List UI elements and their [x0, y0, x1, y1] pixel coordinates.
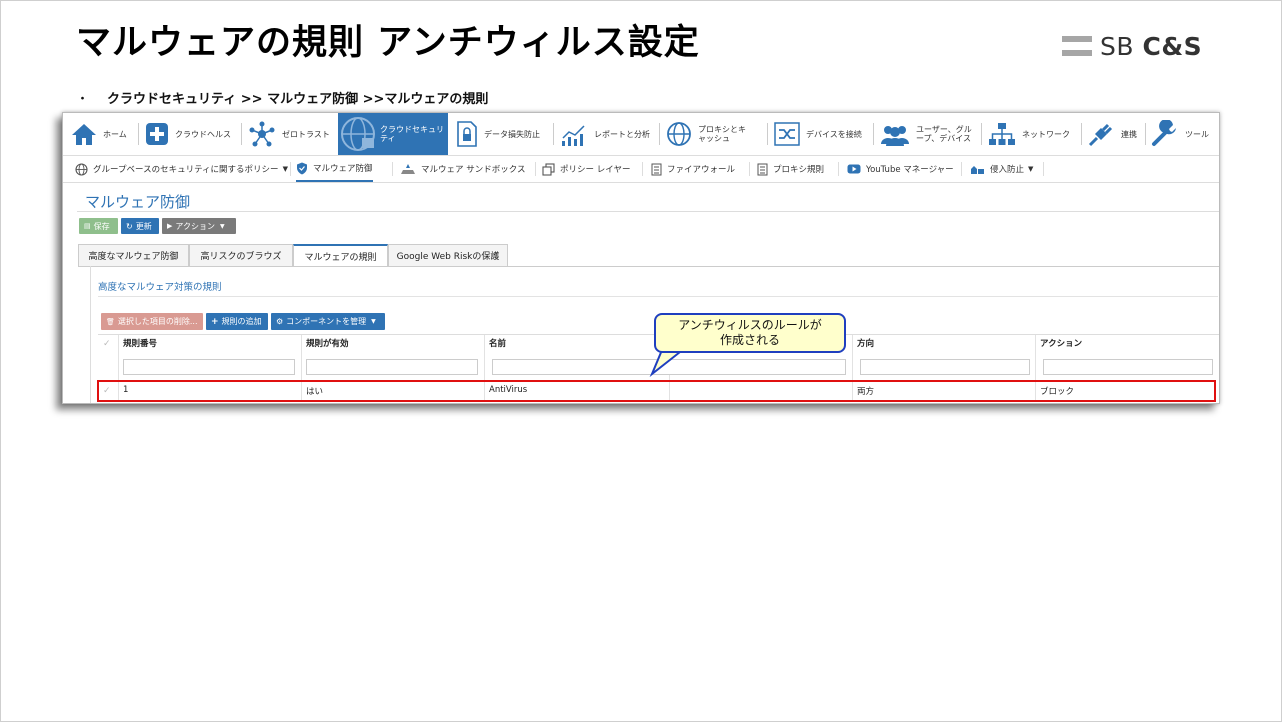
page-title: マルウェア防御 — [85, 193, 191, 211]
save-icon: ▤ — [84, 222, 91, 230]
nav-item-zero-trust[interactable]: ゼロトラスト — [248, 113, 330, 155]
subnav-youtube-manager[interactable]: YouTube マネージャー — [847, 156, 954, 182]
tab-google-web-risk[interactable]: Google Web Riskの保護 — [388, 244, 508, 266]
nav-item-cloud-health[interactable]: クラウドヘルス — [145, 113, 231, 155]
list-icon — [757, 163, 768, 175]
sbcs-logo: SB C&S — [1062, 31, 1203, 61]
filter-rule-number[interactable] — [123, 359, 295, 375]
wrench-icon — [1152, 120, 1176, 146]
filter-direction[interactable] — [860, 359, 1030, 375]
slide-title: マルウェアの規則 アンチウィルス設定 — [76, 23, 700, 63]
globe-icon — [667, 122, 691, 146]
tab-advanced-malware[interactable]: 高度なマルウェア防御 — [78, 244, 189, 266]
users-icon — [881, 126, 909, 146]
nav-item-proxy-cache[interactable]: プロキシとキャッシュ — [666, 113, 748, 155]
network-nodes-icon — [249, 121, 275, 147]
subnav-intrusion-prevention[interactable]: 侵入防止 ▼ — [970, 156, 1033, 182]
plus-icon: + — [211, 316, 219, 327]
column-header-action[interactable]: アクション — [1040, 337, 1082, 349]
subnav-proxy-rules[interactable]: プロキシ規則 — [757, 156, 824, 182]
refresh-button[interactable]: ↻ 更新 — [121, 218, 159, 234]
home-icon — [72, 124, 96, 145]
play-icon: ▶ — [167, 222, 173, 230]
logo-bars-icon — [1062, 36, 1092, 56]
nav-item-reports[interactable]: レポートと分析 — [560, 113, 650, 155]
delete-selected-button[interactable]: 🗑 選択した項目の削除... — [101, 313, 203, 330]
subnav-firewall[interactable]: ファイアウォール — [651, 156, 735, 182]
save-button[interactable]: ▤ 保存 — [79, 218, 118, 234]
intrusion-icon — [971, 165, 984, 174]
subnav-policy-layer[interactable]: ポリシー レイヤー — [542, 156, 630, 182]
manage-components-button[interactable]: ⚙ コンポーネントを管理 ▼ — [271, 313, 385, 330]
nav-item-network[interactable]: ネットワーク — [988, 113, 1070, 155]
column-header-direction[interactable]: 方向 — [857, 337, 874, 349]
divider — [98, 296, 1218, 297]
select-all-checkbox[interactable]: ✓ — [103, 339, 111, 349]
gear-icon: ⚙ — [276, 317, 284, 326]
column-header-name[interactable]: 名前 — [489, 337, 506, 349]
nav-item-dlp[interactable]: データ損失防止 — [456, 113, 540, 155]
top-navigation: ホーム クラウドヘルス ゼロトラスト クラウドセキュリティ データ損失防止 レポ… — [63, 113, 1219, 156]
logo-sb: SB — [1100, 31, 1135, 61]
filter-action[interactable] — [1043, 359, 1213, 375]
nav-item-users-groups[interactable]: ユーザー、グループ、デバイス — [880, 113, 972, 155]
network-tree-icon — [989, 123, 1015, 145]
chevron-down-icon: ▼ — [1028, 165, 1034, 173]
subnav-group-policy[interactable]: グループベースのセキュリティに関するポリシー ▼ — [75, 156, 288, 182]
tab-malware-rules[interactable]: マルウェアの規則 — [293, 244, 388, 267]
logo-cs: C&S — [1142, 31, 1203, 61]
lock-document-icon — [457, 121, 477, 147]
globe-icon — [75, 162, 88, 176]
breadcrumb-text: クラウドセキュリティ >> マルウェア防御 >>マルウェアの規則 — [107, 92, 489, 107]
nav-item-cloud-security[interactable]: クラウドセキュリティ — [338, 113, 448, 155]
nav-item-integration[interactable]: 連携 — [1087, 113, 1137, 155]
callout-pointer — [649, 350, 681, 378]
column-header-enabled[interactable]: 規則が有効 — [306, 337, 349, 349]
shield-icon — [297, 162, 307, 174]
callout-line-1: アンチウィルスのルールが — [678, 318, 822, 332]
layers-icon — [542, 162, 555, 176]
subnav-malware-defense[interactable]: マルウェア防御 — [296, 156, 373, 182]
filter-enabled[interactable] — [306, 359, 478, 375]
plus-icon — [146, 123, 168, 145]
annotation-callout: アンチウィルスのルールが 作成される — [654, 313, 846, 353]
tab-high-risk-browsing[interactable]: 高リスクのブラウズ — [189, 244, 293, 266]
chevron-down-icon: ▼ — [282, 165, 288, 173]
nav-item-tools[interactable]: ツール — [1151, 113, 1209, 155]
row-highlight-box — [97, 380, 1216, 402]
sub-navigation: グループベースのセキュリティに関するポリシー ▼ マルウェア防御 マルウェア サ… — [63, 156, 1219, 183]
sandbox-icon — [401, 163, 415, 174]
divider — [77, 211, 1219, 212]
list-icon — [651, 163, 662, 175]
breadcrumb-bullet: ・ — [76, 92, 90, 107]
action-dropdown-button[interactable]: ▶ アクション ▼ — [162, 218, 236, 234]
globe-lock-icon — [341, 117, 375, 151]
subnav-malware-sandbox[interactable]: マルウェア サンドボックス — [400, 156, 525, 182]
chevron-down-icon: ▼ — [371, 318, 376, 325]
panel-title: 高度なマルウェア対策の規則 — [98, 282, 222, 293]
youtube-icon — [847, 164, 861, 174]
breadcrumb: ・ クラウドセキュリティ >> マルウェア防御 >>マルウェアの規則 — [76, 88, 488, 107]
refresh-icon: ↻ — [126, 221, 133, 231]
column-header-rule-number[interactable]: 規則番号 — [123, 337, 157, 349]
shuffle-icon — [774, 122, 800, 146]
trash-icon: 🗑 — [106, 317, 115, 326]
nav-item-connect-devices[interactable]: デバイスを接続 — [774, 113, 862, 155]
plug-icon — [1088, 123, 1113, 147]
chevron-down-icon: ▼ — [220, 222, 225, 230]
nav-item-home[interactable]: ホーム — [71, 113, 127, 155]
callout-line-2: 作成される — [719, 333, 780, 347]
chart-icon — [562, 125, 585, 146]
add-rule-button[interactable]: + 規則の追加 — [206, 313, 268, 330]
